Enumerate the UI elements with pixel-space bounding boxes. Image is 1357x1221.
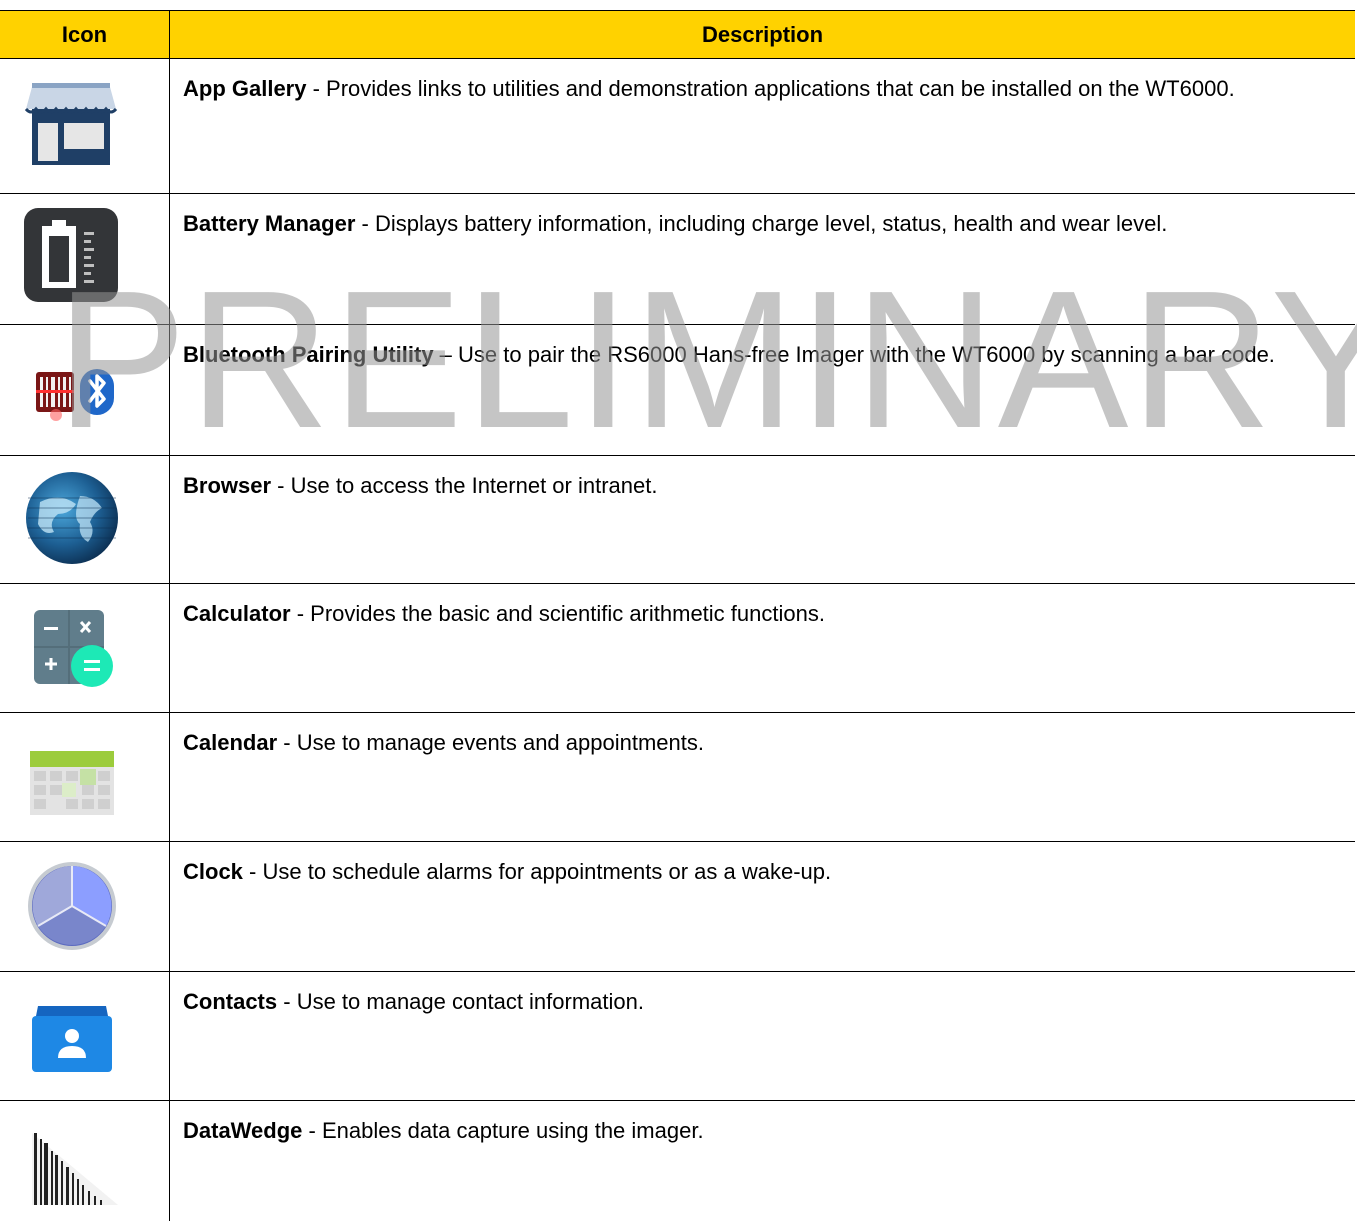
app-icons-table: Icon Description App Gallery - Provides … bbox=[0, 10, 1355, 1221]
icon-cell bbox=[0, 971, 170, 1101]
separator: - bbox=[306, 76, 327, 101]
app-description: Use to manage contact information. bbox=[296, 989, 644, 1014]
separator: – bbox=[433, 342, 459, 367]
app-description: Use to schedule alarms for appointments … bbox=[262, 859, 832, 884]
table-row: Clock - Use to schedule alarms for appoi… bbox=[0, 841, 1355, 972]
description-cell: Calendar - Use to manage events and appo… bbox=[169, 712, 1355, 842]
barcode-icon bbox=[22, 1113, 122, 1213]
separator: - bbox=[290, 601, 311, 626]
table-row: Browser - Use to access the Internet or … bbox=[0, 455, 1355, 584]
table-row: DataWedge - Enables data capture using t… bbox=[0, 1100, 1356, 1221]
separator: - bbox=[277, 989, 297, 1014]
bluetooth-pairing-icon bbox=[22, 337, 122, 437]
app-name: DataWedge bbox=[183, 1118, 303, 1143]
table-row: Calculator - Provides the basic and scie… bbox=[0, 583, 1355, 713]
calendar-icon bbox=[22, 725, 122, 825]
icon-cell bbox=[0, 324, 170, 456]
description-cell: Clock - Use to schedule alarms for appoi… bbox=[169, 841, 1355, 972]
app-description: Enables data capture using the imager. bbox=[321, 1118, 704, 1143]
separator: - bbox=[355, 211, 375, 236]
description-cell: Bluetooth Pairing Utility – Use to pair … bbox=[169, 324, 1355, 456]
app-description: Use to pair the RS6000 Hans-free Imager … bbox=[458, 342, 1275, 367]
app-description: Displays battery information, including … bbox=[374, 211, 1168, 236]
description-cell: Battery Manager - Displays battery infor… bbox=[169, 193, 1355, 325]
icon-cell bbox=[0, 455, 170, 584]
app-name: Clock bbox=[183, 859, 243, 884]
globe-icon bbox=[22, 468, 122, 568]
app-description: Provides links to utilities and demonstr… bbox=[326, 76, 1235, 101]
table-row: Contacts - Use to manage contact informa… bbox=[0, 971, 1355, 1101]
description-cell: DataWedge - Enables data capture using t… bbox=[170, 1101, 1356, 1221]
app-name: Bluetooth Pairing Utility bbox=[183, 342, 434, 367]
app-description: Use to manage events and appointments. bbox=[296, 730, 704, 755]
app-name: Calculator bbox=[183, 601, 291, 626]
icon-cell bbox=[0, 841, 170, 972]
table-row: App Gallery - Provides links to utilitie… bbox=[0, 58, 1355, 194]
separator: - bbox=[277, 730, 297, 755]
description-cell: Calculator - Provides the basic and scie… bbox=[169, 583, 1355, 713]
contacts-icon bbox=[22, 984, 122, 1084]
icon-cell bbox=[0, 712, 170, 842]
battery-icon bbox=[22, 206, 122, 306]
description-cell: Browser - Use to access the Internet or … bbox=[169, 455, 1355, 584]
app-name: App Gallery bbox=[183, 76, 307, 101]
app-name: Calendar bbox=[183, 730, 278, 755]
icon-cell bbox=[0, 583, 170, 713]
store-icon bbox=[22, 71, 122, 171]
table-row: Battery Manager - Displays battery infor… bbox=[0, 193, 1355, 325]
separator: - bbox=[271, 473, 291, 498]
description-cell: App Gallery - Provides links to utilitie… bbox=[169, 58, 1355, 194]
app-name: Contacts bbox=[183, 989, 278, 1014]
header-icon: Icon bbox=[0, 10, 170, 59]
table-row: Bluetooth Pairing Utility – Use to pair … bbox=[0, 324, 1355, 456]
app-name: Battery Manager bbox=[183, 211, 356, 236]
app-description: Provides the basic and scientific arithm… bbox=[310, 601, 825, 626]
app-description: Use to access the Internet or intranet. bbox=[290, 473, 658, 498]
clock-icon bbox=[22, 854, 122, 954]
calculator-icon bbox=[22, 596, 122, 696]
icon-cell bbox=[0, 58, 170, 194]
header-row: Icon Description bbox=[0, 10, 1355, 59]
separator: - bbox=[242, 859, 263, 884]
header-description: Description bbox=[169, 10, 1355, 59]
separator: - bbox=[302, 1118, 322, 1143]
app-name: Browser bbox=[183, 473, 272, 498]
icon-cell bbox=[0, 193, 170, 325]
icon-cell bbox=[0, 1100, 170, 1221]
description-cell: Contacts - Use to manage contact informa… bbox=[169, 971, 1355, 1101]
table-row: Calendar - Use to manage events and appo… bbox=[0, 712, 1355, 842]
